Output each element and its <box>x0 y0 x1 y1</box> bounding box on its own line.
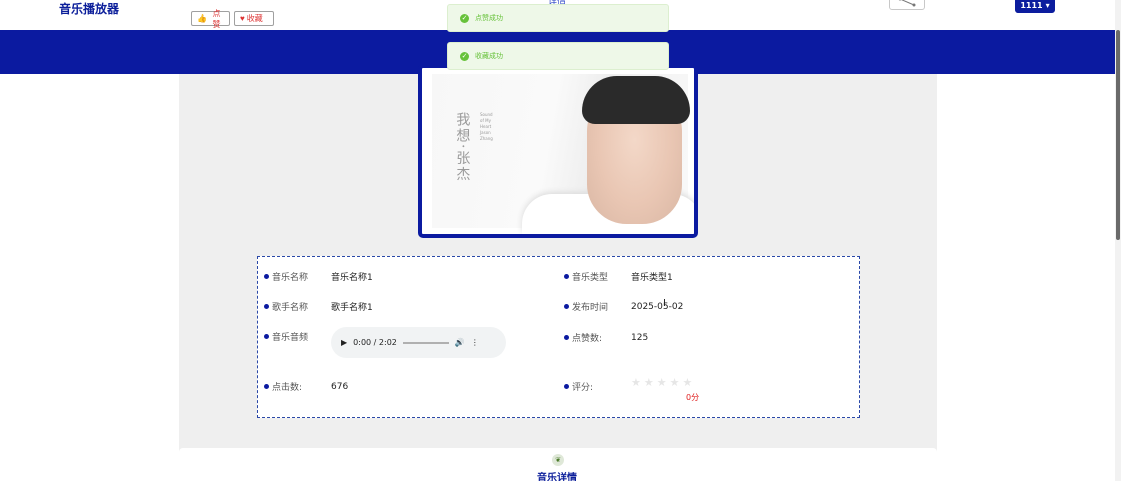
release-value: 2025-05-02 <box>631 301 684 312</box>
more-options-icon[interactable]: ⋮ <box>471 338 479 347</box>
audio-label: 音乐音频 <box>272 333 309 343</box>
leaf-icon: ❦ <box>552 454 564 466</box>
check-circle-icon: ✓ <box>460 51 469 61</box>
favorite-button[interactable]: ♥ 收藏 <box>234 11 274 26</box>
audio-time: 0:00 / 2:02 <box>353 338 397 347</box>
bullet-icon <box>264 274 269 279</box>
brand-title[interactable]: 音乐播放器 <box>59 0 119 17</box>
thumbs-up-icon: 👍 <box>197 14 207 23</box>
music-type-value: 音乐类型1 <box>631 273 673 283</box>
bullet-icon <box>564 335 569 340</box>
like-label: 点赞 <box>212 8 221 29</box>
toast-favorite-success: ✓ 收藏成功 <box>447 42 669 70</box>
info-row-likes: 点赞数: 125 <box>564 331 648 344</box>
audio-player[interactable]: ▶ 0:00 / 2:02 🔊 ⋮ <box>331 327 506 358</box>
bullet-icon <box>264 334 269 339</box>
caret-down-icon: ▾ <box>1045 0 1050 10</box>
toast-like-success: ✓ 点赞成功 <box>447 4 669 32</box>
cover-subtitle: Sound of My Heart Jason Zhang <box>480 112 493 141</box>
like-button[interactable]: 👍 点赞 <box>191 9 230 29</box>
info-row-type: 音乐类型 音乐类型1 <box>564 270 673 283</box>
toast-text: 收藏成功 <box>475 52 503 60</box>
rating-score: 0分 <box>686 393 700 402</box>
likes-value: 125 <box>631 332 649 343</box>
cover-title: 我想·张杰 <box>454 112 471 183</box>
music-name-value: 音乐名称1 <box>331 273 373 283</box>
album-cover: 我想·张杰 Sound of My Heart Jason Zhang <box>418 64 698 238</box>
left-margin <box>0 74 179 481</box>
bullet-icon <box>564 384 569 389</box>
clicks-value: 676 <box>331 381 349 392</box>
music-name-label: 音乐名称 <box>272 273 309 283</box>
bullet-icon <box>564 304 569 309</box>
play-icon[interactable]: ▶ <box>341 338 347 347</box>
info-row-name: 音乐名称 音乐名称1 <box>264 270 373 283</box>
singer-value: 歌手名称1 <box>331 303 373 313</box>
info-row-audio: 音乐音频 <box>264 330 331 343</box>
rating-stars[interactable]: ★★★★★ <box>631 376 695 389</box>
text-cursor-icon: I <box>663 298 666 309</box>
cover-image: 我想·张杰 Sound of My Heart Jason Zhang <box>432 74 694 234</box>
rating-label: 评分: <box>572 383 594 393</box>
bullet-icon <box>264 384 269 389</box>
bullet-icon <box>564 274 569 279</box>
audio-progress-bar[interactable] <box>402 341 449 344</box>
info-row-clicks: 点击数: 676 <box>264 380 348 393</box>
music-type-label: 音乐类型 <box>572 273 609 283</box>
cover-hair <box>582 76 690 124</box>
bullet-icon <box>264 304 269 309</box>
heart-icon: ♥ <box>240 14 245 23</box>
singer-label: 歌手名称 <box>272 303 309 313</box>
user-name: 1111 <box>1020 0 1043 10</box>
volume-icon[interactable]: 🔊 <box>455 338 465 347</box>
user-menu-button[interactable]: 1111 ▾ <box>1015 0 1055 13</box>
release-label: 发布时间 <box>572 303 609 313</box>
scrollbar-thumb[interactable] <box>1116 30 1120 240</box>
section-title: 音乐详情 <box>537 473 577 481</box>
info-row-rating: 评分: <box>564 380 631 393</box>
share-button[interactable] <box>889 0 925 10</box>
share-icon <box>898 0 916 7</box>
info-row-singer: 歌手名称 歌手名称1 <box>264 300 373 313</box>
favorite-label: 收藏 <box>246 14 263 23</box>
check-circle-icon: ✓ <box>460 13 469 23</box>
toast-text: 点赞成功 <box>475 14 503 22</box>
likes-label: 点赞数: <box>572 334 603 344</box>
clicks-label: 点击数: <box>272 383 303 393</box>
